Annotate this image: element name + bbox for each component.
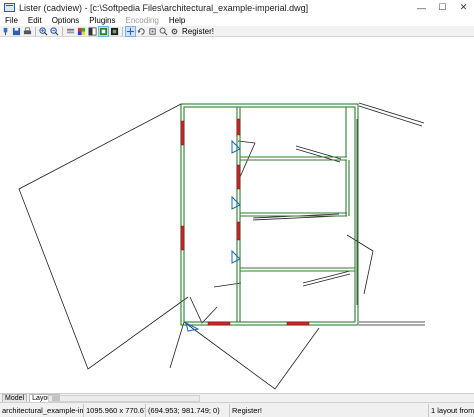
- status-coordinates: (694.953; 981.749; 0): [146, 403, 230, 417]
- minimize-button[interactable]: —: [411, 0, 432, 15]
- menu-help[interactable]: Help: [164, 15, 190, 26]
- pin-icon[interactable]: [1, 27, 10, 36]
- toolbar: Register!: [0, 25, 474, 37]
- horizontal-scrollbar[interactable]: [48, 395, 200, 402]
- drawing-canvas[interactable]: [0, 37, 474, 393]
- tab-model[interactable]: Model: [2, 394, 28, 402]
- status-file: architectural_example-imp: [2, 403, 84, 417]
- status-layout-info: 1 layout from 2: [431, 405, 474, 415]
- status-bar: architectural_example-imp 1095.960 x 770…: [0, 402, 474, 417]
- white-background-icon[interactable]: [98, 25, 109, 37]
- menu-file[interactable]: File: [0, 15, 23, 26]
- close-button[interactable]: ✕: [453, 0, 474, 15]
- settings-icon[interactable]: [170, 27, 179, 36]
- status-dimensions: 1095.960 x 770.675 (in): [84, 403, 146, 417]
- toolbar-separator: [35, 26, 36, 36]
- black-white-icon[interactable]: [88, 27, 97, 36]
- rotate-icon[interactable]: [137, 27, 146, 36]
- color-icon[interactable]: [77, 27, 86, 36]
- menu-bar: File Edit Options Plugins Encoding Help: [0, 15, 474, 26]
- menu-encoding[interactable]: Encoding: [121, 15, 164, 26]
- pan-icon[interactable]: [125, 25, 136, 37]
- window-title: Lister (cadview) - [c:\Softpedia Files\a…: [19, 2, 309, 13]
- app-icon: [4, 3, 15, 12]
- print-icon[interactable]: [23, 27, 32, 36]
- window-controls: — ☐ ✕: [411, 0, 474, 15]
- layout-tabs: Model Layout1: [0, 393, 474, 402]
- black-background-icon[interactable]: [110, 27, 119, 36]
- windows: [180, 118, 310, 326]
- fit-icon[interactable]: [148, 27, 157, 36]
- menu-options[interactable]: Options: [47, 15, 85, 26]
- menu-edit[interactable]: Edit: [23, 15, 47, 26]
- save-icon[interactable]: [12, 27, 21, 36]
- scrollbar-thumb[interactable]: [52, 396, 60, 401]
- maximize-button[interactable]: ☐: [432, 0, 453, 15]
- menu-plugins[interactable]: Plugins: [84, 15, 120, 26]
- zoom-in-icon[interactable]: [39, 26, 48, 36]
- register-link[interactable]: Register!: [182, 27, 214, 36]
- zoom-out-icon[interactable]: [50, 26, 59, 36]
- toolbar-separator: [122, 26, 123, 36]
- toolbar-separator: [62, 26, 63, 36]
- magnifier-icon[interactable]: [159, 27, 168, 36]
- layers-icon[interactable]: [66, 27, 75, 36]
- status-register: Register!: [230, 403, 429, 417]
- doors: [185, 139, 241, 332]
- cad-drawing[interactable]: [0, 37, 474, 393]
- site-outline: [18, 102, 425, 390]
- title-bar: Lister (cadview) - [c:\Softpedia Files\a…: [0, 0, 474, 15]
